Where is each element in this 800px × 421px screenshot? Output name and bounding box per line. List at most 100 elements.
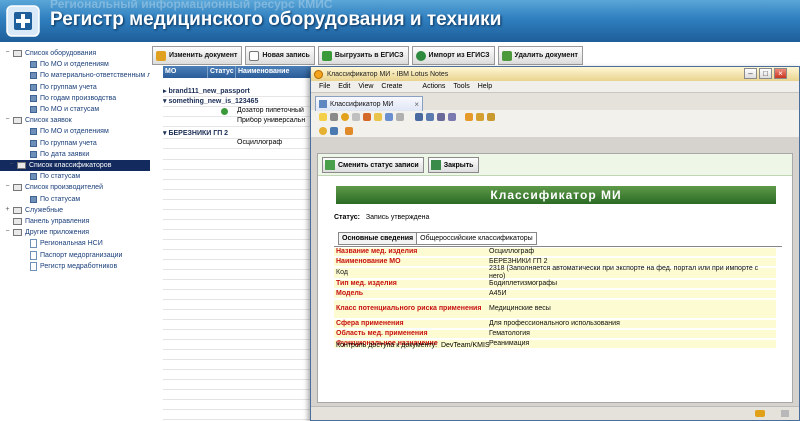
field-value[interactable]: А45И	[489, 290, 776, 298]
collapse-icon[interactable]: −	[4, 116, 11, 124]
forward-icon[interactable]	[385, 113, 393, 121]
collapse-icon[interactable]: −	[4, 49, 11, 57]
dot-icon	[30, 128, 37, 136]
sidebar-item[interactable]: Паспорт медорганизации	[30, 250, 122, 261]
print-icon[interactable]	[330, 113, 338, 121]
view-category-row[interactable]: ▸ brand111_new_passport	[163, 87, 313, 97]
sidebar-item[interactable]: По МО и отделениям	[30, 59, 109, 70]
sidebar-item[interactable]: По группам учета	[30, 138, 97, 149]
sort-icon[interactable]	[448, 113, 456, 121]
sidebar-item[interactable]: По дата заявки	[30, 149, 89, 160]
menu-create[interactable]: Create	[381, 83, 402, 90]
sidebar-item-label: По материально-ответственным лицам	[40, 72, 150, 80]
field-value[interactable]: Осциллограф	[489, 248, 776, 256]
sidebar-item[interactable]: − Другие приложения	[4, 227, 89, 238]
refresh-icon[interactable]	[341, 113, 349, 121]
replicate-icon[interactable]	[437, 113, 445, 121]
maximize-button[interactable]: □	[759, 68, 772, 79]
mail-icon[interactable]	[396, 113, 404, 121]
star-icon[interactable]	[345, 126, 353, 135]
tab-basic-info[interactable]: Основные сведения	[338, 232, 418, 245]
collapse-icon[interactable]	[4, 218, 11, 225]
sidebar-item[interactable]: По материально-ответственным лицам	[30, 70, 150, 81]
new-icon[interactable]	[319, 113, 327, 121]
column-header-name[interactable]: Наименование	[236, 66, 313, 78]
delete-icon	[501, 50, 512, 61]
app-logo-icon	[6, 5, 40, 37]
menu-file[interactable]: File	[319, 83, 330, 90]
sidebar-item[interactable]: По статусам	[30, 194, 80, 205]
folder-icon[interactable]	[374, 113, 382, 121]
status-change-icon	[325, 160, 335, 170]
export-icon	[321, 50, 332, 61]
collapse-icon[interactable]: −	[4, 183, 11, 191]
edit-document-button[interactable]: Изменить документ	[152, 46, 243, 65]
delete-document-button[interactable]: Удалить документ	[497, 46, 583, 65]
sidebar-item[interactable]: − Список оборудования	[4, 48, 96, 59]
close-tab-icon[interactable]: ×	[414, 100, 419, 109]
import-egisz-button[interactable]: Импорт из ЕГИСЗ	[411, 46, 495, 65]
sidebar-item[interactable]: По годам производства	[30, 93, 116, 104]
bookmark-icon[interactable]	[476, 113, 484, 121]
new-record-button[interactable]: Новая запись	[245, 46, 315, 65]
record-status: Статус: Запись утверждена	[334, 214, 430, 221]
field-label: Область мед. применения	[336, 330, 428, 337]
view-category-row[interactable]: ▾ something_new_is_123465	[163, 97, 313, 107]
field-value[interactable]: 2318 (Заполняется автоматически при эксп…	[489, 265, 776, 281]
menu-view[interactable]: View	[358, 83, 373, 90]
expand-icon[interactable]: +	[4, 206, 11, 214]
field-value[interactable]: Для профессионального использования	[489, 320, 776, 328]
field-value[interactable]: Реанимация	[489, 340, 776, 348]
sidebar-item[interactable]: По МО и статусам	[30, 104, 99, 115]
pen-icon[interactable]	[363, 113, 371, 121]
attach-icon[interactable]	[352, 113, 360, 121]
menu-tools[interactable]: Tools	[453, 83, 469, 90]
dot-icon	[30, 173, 37, 181]
app-header: Региональный информационный ресурс КМИС …	[0, 0, 800, 42]
folder-icon	[13, 117, 22, 125]
column-header-status[interactable]: Статус	[208, 66, 236, 78]
sidebar-item[interactable]: Региональная НСИ	[30, 238, 103, 249]
status-bar-scroll-icon[interactable]	[781, 410, 789, 417]
menu-edit[interactable]: Edit	[338, 83, 350, 90]
field-value[interactable]: Гематология	[489, 330, 776, 338]
sidebar-item[interactable]: Регистр медработников	[30, 261, 117, 272]
field-value[interactable]: Бодиплетизмографы	[489, 280, 776, 288]
folder-icon	[17, 162, 26, 169]
export-egisz-button[interactable]: Выгрузить в ЕГИСЗ	[317, 46, 409, 65]
sidebar-item[interactable]: Панель управления	[4, 216, 89, 227]
edit-icon[interactable]	[426, 113, 434, 121]
minimize-button[interactable]: –	[744, 68, 757, 79]
tab-classifiers[interactable]: Общероссийские классификаторы	[416, 232, 537, 245]
link-icon[interactable]	[330, 126, 338, 135]
sidebar-item[interactable]: По статусам	[30, 171, 80, 182]
sidebar-item-label: Служебные	[25, 206, 64, 214]
menu-actions[interactable]: Actions	[422, 83, 445, 90]
field-value[interactable]: Медицинские весы	[489, 305, 776, 313]
view-category-row[interactable]: ▾ БЕРЕЗНИКИ ГП 2	[163, 129, 313, 139]
sidebar-item[interactable]: − Список классификаторов	[0, 160, 150, 171]
menu-help[interactable]: Help	[478, 83, 492, 90]
sidebar-item[interactable]: + Служебные	[4, 205, 63, 216]
smiley-icon[interactable]	[319, 126, 327, 135]
window-icon[interactable]	[487, 113, 495, 121]
sidebar-item[interactable]: По МО и отделениям	[30, 126, 109, 137]
view-doc-row[interactable]: Дозатор пипеточный	[163, 107, 313, 117]
search-icon[interactable]	[415, 113, 423, 121]
close-window-button[interactable]: ×	[774, 68, 787, 79]
column-header-mo[interactable]: МО	[163, 66, 208, 78]
sidebar-item[interactable]: − Список заявок	[4, 115, 72, 126]
sidebar-item-label: По МО и отделениям	[40, 128, 109, 136]
change-status-button[interactable]: Сменить статус записи	[322, 157, 424, 173]
sidebar-item[interactable]: − Список производителей	[4, 182, 103, 193]
view-doc-row[interactable]: Осциллограф	[163, 139, 313, 149]
home-icon[interactable]	[465, 113, 473, 121]
collapse-icon[interactable]: −	[4, 228, 11, 236]
view-doc-row[interactable]: Прибор универсальн	[163, 117, 313, 127]
sidebar-item[interactable]: По группам учета	[30, 82, 97, 93]
collapse-icon[interactable]: −	[8, 161, 15, 169]
close-document-button[interactable]: Закрыть	[427, 157, 479, 173]
window-titlebar[interactable]: Классификатор МИ - IBM Lotus Notes – □ ×	[311, 67, 799, 81]
document-icon	[319, 100, 327, 108]
tab-classifier[interactable]: Классификатор МИ ×	[315, 96, 423, 111]
